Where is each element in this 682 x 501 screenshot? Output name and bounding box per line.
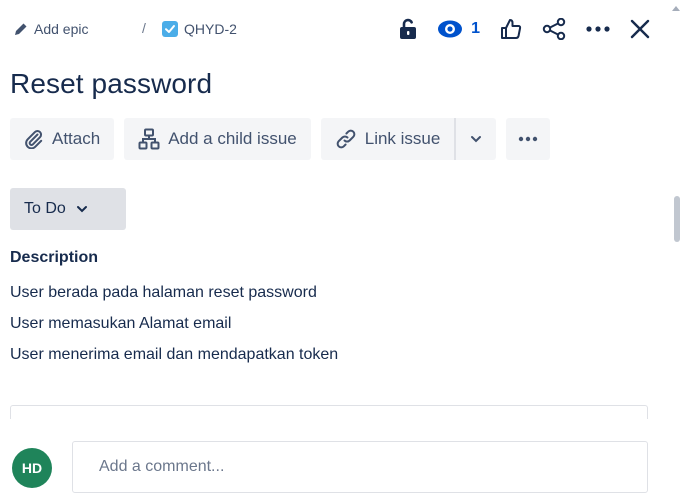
comment-input[interactable]: [72, 441, 648, 493]
status-label: To Do: [24, 200, 66, 217]
link-issue-group: Link issue: [320, 118, 497, 160]
attach-label: Attach: [52, 129, 101, 148]
description-line: User memasukan Alamat email: [10, 315, 232, 332]
breadcrumb-separator: /: [142, 20, 146, 36]
scroll-thumb[interactable]: [674, 196, 680, 242]
header-actions: 1: [399, 14, 650, 44]
more-issue-actions-button[interactable]: [506, 118, 551, 160]
watcher-count: 1: [471, 20, 480, 37]
description-line: User berada pada halaman reset password: [10, 284, 317, 301]
link-issue-dropdown-button[interactable]: [456, 118, 497, 160]
description-line: User menerima email dan mendapatkan toke…: [10, 346, 339, 363]
scroll-up-arrow[interactable]: [672, 6, 680, 11]
issue-header-bar: Add epic / QHYD-2 1: [0, 0, 682, 58]
attach-button[interactable]: Attach: [10, 118, 115, 160]
pencil-icon: [15, 23, 27, 35]
paperclip-icon: [25, 130, 43, 149]
issue-key-link[interactable]: QHYD-2: [162, 18, 237, 40]
watch-button[interactable]: 1: [437, 20, 480, 38]
description-content[interactable]: User berada pada halaman reset password …: [10, 283, 338, 376]
eye-icon: [438, 20, 463, 38]
scrollbar[interactable]: [670, 0, 682, 501]
link-issue-label: Link issue: [364, 129, 441, 148]
avatar: HD: [12, 448, 52, 488]
link-issue-button[interactable]: Link issue: [320, 118, 455, 160]
issue-title[interactable]: Reset password: [10, 68, 212, 100]
add-epic-link[interactable]: Add epic: [14, 18, 88, 40]
status-dropdown[interactable]: To Do: [10, 188, 126, 230]
add-epic-label: Add epic: [34, 21, 89, 37]
description-heading: Description: [10, 249, 99, 266]
vote-button[interactable]: [500, 18, 522, 40]
share-button[interactable]: [542, 18, 566, 40]
unlock-icon: [400, 18, 417, 39]
close-icon: [630, 19, 650, 39]
issue-actions-row: Attach Add a child issue Link issue: [10, 118, 551, 160]
close-button[interactable]: [630, 19, 650, 39]
more-actions-button[interactable]: [586, 25, 610, 33]
add-child-issue-button[interactable]: Add a child issue: [124, 118, 311, 160]
restrictions-button[interactable]: [399, 18, 417, 40]
chevron-down-icon: [471, 136, 482, 143]
more-horizontal-icon: [586, 26, 610, 32]
issue-detail-panel: Add epic / QHYD-2 1 Reset password Attac…: [0, 0, 682, 501]
chevron-down-icon: [76, 206, 87, 213]
section-card-edge: [10, 405, 648, 419]
link-icon: [336, 129, 356, 149]
thumbs-up-icon: [501, 19, 522, 39]
add-child-issue-label: Add a child issue: [168, 129, 297, 148]
share-icon: [542, 18, 566, 40]
hierarchy-icon: [138, 128, 160, 150]
more-horizontal-icon: [519, 136, 538, 142]
issue-key: QHYD-2: [184, 21, 237, 37]
task-type-icon: [162, 21, 178, 37]
